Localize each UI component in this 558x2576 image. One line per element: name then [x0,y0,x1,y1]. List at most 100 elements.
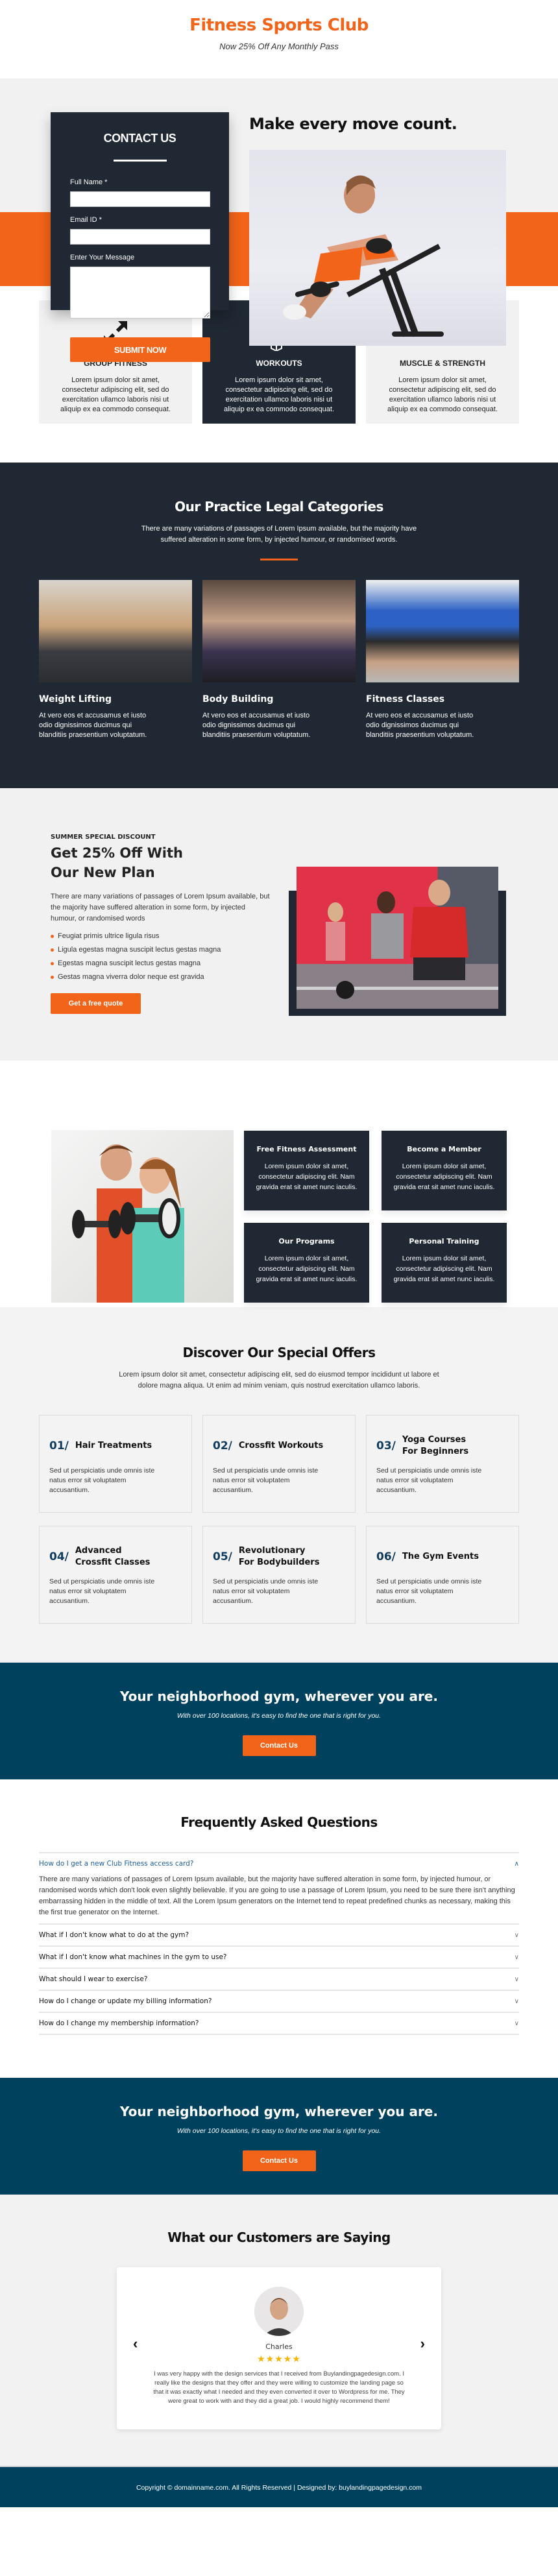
faq-question[interactable]: How do I change my membership informatio… [39,2013,519,2034]
offers-subtitle: Lorem ipsum dolor sit amet, consectetur … [119,1371,439,1390]
contact-us-button[interactable]: Contact Us [242,1735,316,1756]
chevron-right-icon[interactable]: › [420,2335,425,2352]
faq-answer: There are many variations of passages of… [39,1875,515,1916]
offer-title: Advanced Crossfit Classes [75,1546,151,1567]
faq-question[interactable]: What should I wear to exercise? ∨ [39,1969,519,1990]
testimonials-title: What our Customers are Saying [167,2230,391,2245]
offer-number: 01/ [49,1439,69,1452]
chevron-down-icon[interactable]: ∨ [515,1932,519,1939]
offer-number: 06/ [376,1550,396,1563]
faq-question[interactable]: How do I change or update my billing inf… [39,1991,519,2012]
list-item: Egestas magna suscipit lectus gestas mag… [51,957,271,970]
email-input[interactable] [70,229,210,245]
chevron-down-icon[interactable]: ∨ [515,1998,519,2005]
hero-section: CONTACT US Full Name * Email ID * Enter … [0,78,558,381]
footer: Copyright © domainname.com. All Rights R… [0,2466,558,2507]
bullet-icon [51,962,54,965]
hero-title: Make every move count. [249,115,457,133]
couple-dumbbells-photo [51,1130,234,1303]
discount-text: There are many variations of passages of… [51,893,270,922]
copyright-text: Copyright © domainname.com. All Rights R… [136,2484,422,2492]
discount-title-line1: Get 25% Off With [51,845,183,861]
offers-section: Discover Our Special Offers Lorem ipsum … [0,1307,558,1663]
offer-card: 02/Crossfit Workouts Sed ut perspiciatis… [202,1415,356,1513]
faq-question-text: How do I change or update my billing inf… [39,1997,212,2005]
offer-card: 06/The Gym Events Sed ut perspiciatis un… [366,1526,519,1624]
brand-logo[interactable]: Fitness Sports Club [0,16,558,35]
list-item: Gestas magna viverra dolor neque est gra… [51,970,271,984]
list-item: Feugiat primis ultrice ligula risus [51,930,271,943]
offers-title: Discover Our Special Offers [182,1345,376,1360]
offer-number: 02/ [213,1439,232,1452]
offer-number: 03/ [376,1439,396,1452]
faq-question[interactable]: What if I don't know what to do at the g… [39,1925,519,1945]
bullet-icon [51,976,54,979]
testimonial-text: I was very happy with the design service… [153,2370,405,2405]
full-name-label: Full Name * [70,178,108,186]
full-name-input[interactable] [70,191,210,207]
categories-title: Our Practice Legal Categories [175,499,383,514]
service-card-personal-training: Personal Training Lorem ipsum dolor sit … [382,1223,507,1303]
service-text: Lorem ipsum dolor sit amet, consectetur … [393,1255,495,1283]
service-card-free-fitness-assessment: Free Fitness Assessment Lorem ipsum dolo… [244,1131,369,1210]
site-header: Fitness Sports Club Now 25% Off Any Mont… [0,0,558,78]
cta-title: Your neighborhood gym, wherever you are. [120,2104,438,2119]
offer-card: 01/Hair Treatments Sed ut perspiciatis u… [39,1415,192,1513]
service-text: Lorem ipsum dolor sit amet, consectetur … [256,1162,358,1191]
faq-question-text: What if I don't know what to do at the g… [39,1931,189,1939]
hero-photo [249,150,506,346]
faq-item: How do I change or update my billing inf… [39,1991,519,2013]
faq-question-text: What should I wear to exercise? [39,1975,148,1983]
faq-question[interactable]: What if I don't know what machines in th… [39,1947,519,1968]
offer-text: Sed ut perspiciatis unde omnis iste natu… [49,1467,155,1494]
service-text: Lorem ipsum dolor sit amet, consectetur … [393,1162,495,1191]
chevron-up-icon[interactable]: ∧ [515,1860,519,1868]
services-section: Free Fitness Assessment Lorem ipsum dolo… [0,1061,558,1307]
message-label: Enter Your Message [70,254,135,261]
chevron-down-icon[interactable]: ∨ [515,2020,519,2027]
categories-subtitle: There are many variations of passages of… [141,525,417,544]
category-text: At vero eos et accusamus et iusto odio d… [366,712,474,739]
offer-text: Sed ut perspiciatis unde omnis iste natu… [376,1578,482,1605]
contact-us-button[interactable]: Contact Us [242,2150,316,2171]
category-text: At vero eos et accusamus et iusto odio d… [202,712,311,739]
faq-title: Frequently Asked Questions [180,1814,378,1830]
offer-title: The Gym Events [402,1552,479,1561]
email-label: Email ID * [70,216,102,224]
woman-ab-machine-illustration [283,175,444,337]
weight-lifting-photo [39,580,192,682]
feature-text: Lorem ipsum dolor sit amet, consectetur … [387,376,498,413]
offer-title: Crossfit Workouts [238,1441,324,1451]
testimonial-carousel: ‹ › Charles ★★★★★ I was very happy with … [117,2267,441,2429]
offer-title: Yoga Courses For Beginners [402,1435,469,1456]
list-item: Ligula egestas magna suscipit lectus ges… [51,943,271,957]
chevron-down-icon[interactable]: ∨ [515,1976,519,1983]
submit-button[interactable]: SUBMIT NOW [70,337,210,362]
cta-banner-secondary: Your neighborhood gym, wherever you are.… [0,2078,558,2195]
category-title: Body Building [202,694,274,704]
feature-text: Lorem ipsum dolor sit amet, consectetur … [224,376,334,413]
crossfit-group-photo [297,867,498,1009]
service-title: Free Fitness Assessment [256,1145,357,1153]
category-card-fitness-classes: Fitness Classes At vero eos et accusamus… [366,580,519,740]
service-text: Lorem ipsum dolor sit amet, consectetur … [256,1255,358,1283]
offer-number: 04/ [49,1550,69,1563]
chevron-left-icon[interactable]: ‹ [133,2335,138,2352]
service-title: Become a Member [407,1145,481,1153]
chevron-down-icon[interactable]: ∨ [515,1954,519,1961]
faq-question-text: How do I change my membership informatio… [39,2019,199,2027]
tagline: Now 25% Off Any Monthly Pass [219,42,339,51]
categories-divider [260,559,298,560]
offer-title: Revolutionary For Bodybuilders [238,1546,320,1567]
offer-text: Sed ut perspiciatis unde omnis iste natu… [213,1467,319,1494]
offer-text: Sed ut perspiciatis unde omnis iste natu… [49,1578,155,1605]
message-textarea[interactable] [70,267,210,319]
bullet-text: Egestas magna suscipit lectus gestas mag… [58,959,201,967]
testimonials-section: What our Customers are Saying ‹ › Charle… [0,2195,558,2466]
faq-item: What if I don't know what machines in th… [39,1947,519,1969]
faq-question[interactable]: How do I get a new Club Fitness access c… [39,1853,519,1874]
faq-item: How do I get a new Club Fitness access c… [39,1853,519,1925]
couple-training-illustration [72,1144,184,1303]
get-free-quote-button[interactable]: Get a free quote [51,993,141,1014]
category-title: Weight Lifting [39,694,112,704]
